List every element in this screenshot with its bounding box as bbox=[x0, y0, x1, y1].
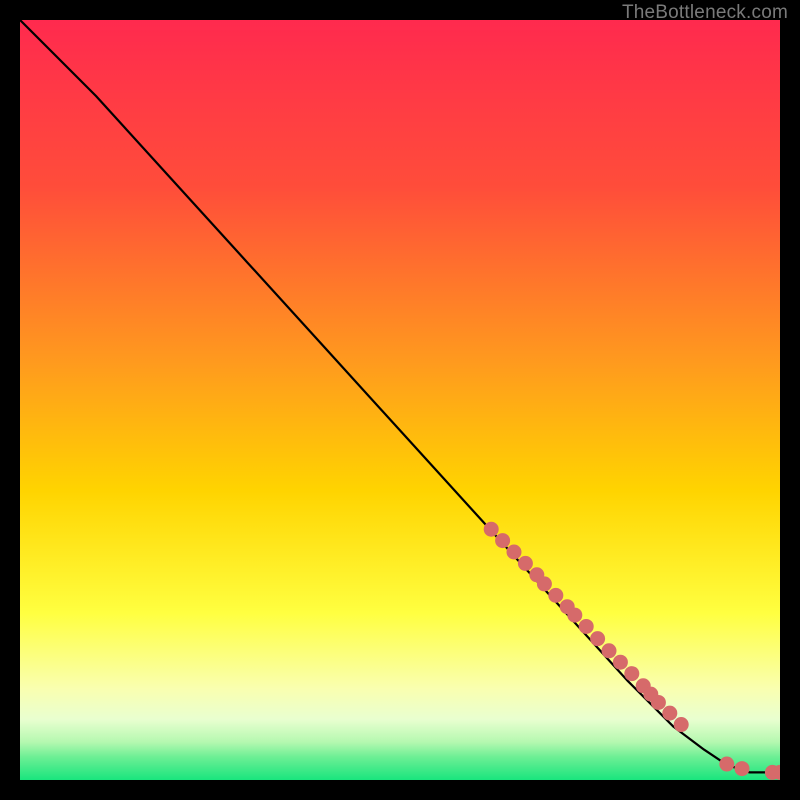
data-marker bbox=[651, 695, 666, 710]
data-marker bbox=[674, 717, 689, 732]
data-marker bbox=[719, 757, 734, 772]
data-marker bbox=[579, 619, 594, 634]
data-marker bbox=[602, 643, 617, 658]
data-marker bbox=[613, 655, 628, 670]
data-marker bbox=[662, 706, 677, 721]
plot-area bbox=[20, 20, 780, 780]
chart-stage: TheBottleneck.com bbox=[0, 0, 800, 800]
data-marker bbox=[548, 588, 563, 603]
data-marker bbox=[567, 608, 582, 623]
gradient-background bbox=[20, 20, 780, 780]
data-marker bbox=[495, 533, 510, 548]
chart-svg bbox=[20, 20, 780, 780]
data-marker bbox=[484, 522, 499, 537]
data-marker bbox=[624, 666, 639, 681]
data-marker bbox=[507, 545, 522, 560]
data-marker bbox=[735, 761, 750, 776]
data-marker bbox=[518, 556, 533, 571]
data-marker bbox=[590, 631, 605, 646]
data-marker bbox=[537, 576, 552, 591]
